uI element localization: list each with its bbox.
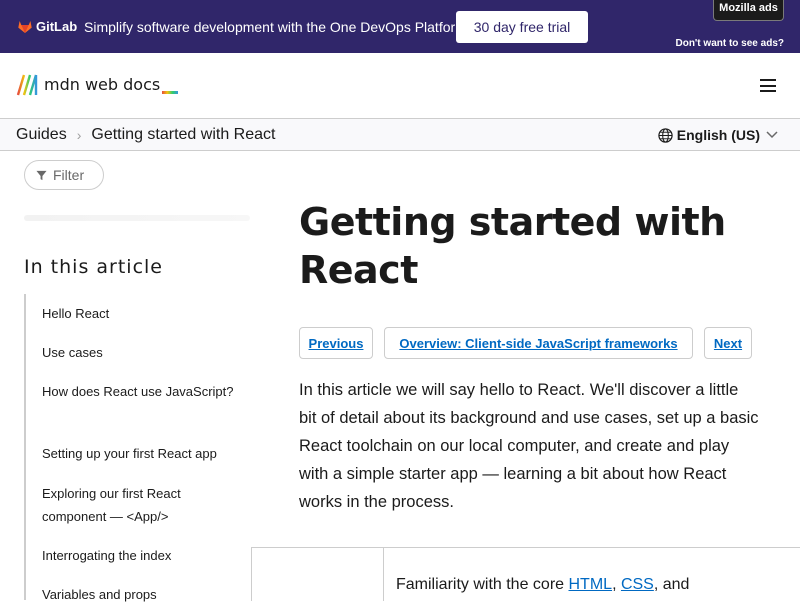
- toc-item-hello-react[interactable]: Hello React: [42, 302, 242, 325]
- logo-underscore: [162, 91, 179, 94]
- toc-title: In this article: [24, 256, 163, 278]
- breadcrumb-bar: Guides › Getting started with React Engl…: [0, 119, 800, 151]
- ad-banner[interactable]: GitLab Simplify software development wit…: [0, 0, 800, 53]
- overview-button[interactable]: Overview: Client-side JavaScript framewo…: [384, 327, 693, 359]
- toc-item-variables-props[interactable]: Variables and props: [42, 583, 242, 606]
- sidebar-fade: [24, 215, 250, 221]
- filter-input[interactable]: Filter: [24, 160, 104, 190]
- dismiss-ads-link[interactable]: Don't want to see ads?: [675, 38, 784, 49]
- prerequisites-header-cell: [251, 548, 384, 601]
- breadcrumb-item-guides[interactable]: Guides: [16, 126, 67, 144]
- gitlab-brand: GitLab: [36, 19, 78, 34]
- breadcrumb-item-current[interactable]: Getting started with React: [91, 126, 275, 144]
- prereq-text-after: , and: [653, 576, 690, 593]
- toc-item-setting-up[interactable]: Setting up your first React app: [42, 442, 242, 465]
- toc-list: Hello React Use cases How does React use…: [24, 294, 250, 602]
- logo-text: mdn web docs: [44, 75, 161, 94]
- chevron-down-icon: [766, 131, 778, 139]
- prereq-sep: ,: [612, 576, 621, 593]
- filter-icon: [36, 170, 47, 180]
- css-link[interactable]: CSS: [621, 576, 654, 593]
- breadcrumb: Guides › Getting started with React: [16, 126, 275, 144]
- chevron-right-icon: ›: [76, 127, 82, 143]
- page-title: Getting started with React: [299, 200, 726, 292]
- toc-item-exploring-component[interactable]: Exploring our first React component — <A…: [42, 482, 242, 528]
- gitlab-logo[interactable]: GitLab: [18, 19, 77, 34]
- next-button[interactable]: Next: [704, 327, 752, 359]
- toc-item-how-react-uses-js[interactable]: How does React use JavaScript?: [42, 380, 242, 403]
- prereq-text-before: Familiarity with the core: [396, 576, 569, 593]
- mozilla-ads-label[interactable]: Mozilla ads: [713, 0, 784, 21]
- globe-icon: [658, 127, 673, 143]
- prerequisites-table: Familiarity with the core HTML, CSS, and: [251, 547, 800, 601]
- ad-message[interactable]: Simplify software development with the O…: [84, 19, 471, 35]
- intro-paragraph: In this article we will say hello to Rea…: [299, 381, 759, 511]
- html-link[interactable]: HTML: [569, 576, 613, 593]
- mdn-m-icon: [16, 74, 38, 96]
- language-label: English (US): [676, 127, 760, 143]
- toc-item-interrogating-index[interactable]: Interrogating the index: [42, 544, 242, 567]
- prerequisites-text: Familiarity with the core HTML, CSS, and: [396, 576, 689, 594]
- toc-item-use-cases[interactable]: Use cases: [42, 341, 242, 364]
- site-header: mdn web docs: [0, 53, 800, 119]
- hamburger-icon[interactable]: [760, 79, 776, 92]
- gitlab-icon: [18, 21, 32, 33]
- mdn-logo[interactable]: mdn web docs: [16, 74, 179, 96]
- filter-placeholder: Filter: [53, 167, 85, 183]
- previous-button[interactable]: Previous: [299, 327, 373, 359]
- language-selector[interactable]: English (US): [658, 127, 778, 143]
- free-trial-button[interactable]: 30 day free trial: [456, 11, 588, 43]
